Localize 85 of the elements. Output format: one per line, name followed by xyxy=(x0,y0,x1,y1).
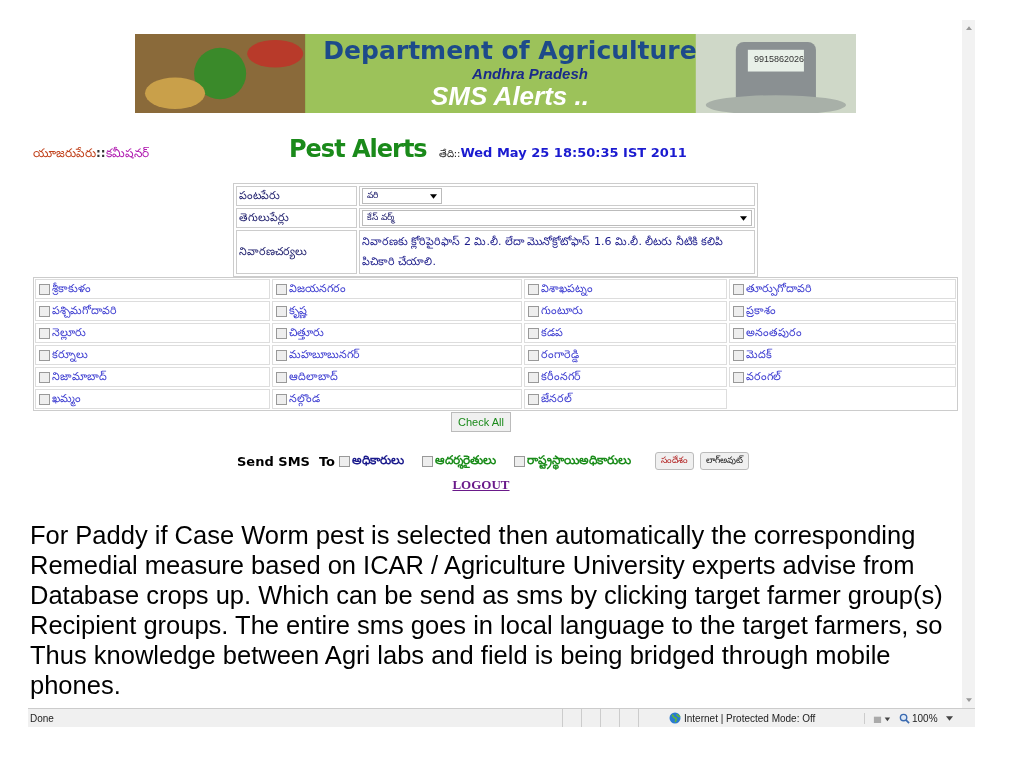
district-label: గుంటూరు xyxy=(541,303,583,319)
district-label: కృష్ణ xyxy=(289,303,307,319)
checkbox[interactable] xyxy=(276,283,287,295)
checkbox[interactable] xyxy=(528,305,539,317)
checkbox[interactable] xyxy=(39,393,50,405)
district-label: కరీంనగర్ xyxy=(541,369,581,385)
form-label: పంటపేరు xyxy=(236,186,357,206)
banner-subtitle: Andhra Pradesh xyxy=(472,65,588,82)
remedy-text: నివారణకు క్లోరిపైరిఫాస్ 2 మి.లీ. లేదా మొనోక్రోటోఫాస్ 1.6 మి.లీ. లీటరు నీటికి కలిపి పిచికారి చేయాలి. xyxy=(362,235,724,268)
district-label: నిజామాబాద్ xyxy=(52,369,107,385)
slide-text: For Paddy if Case Worm pest is selected then automatically the corresponding Remedial measure based on ICAR / Agriculture University experts advise from Database crops up. Which can be send as sms by clicking target farmer group(s) Recipient groups. The entire sms goes in local language to the target farmers, so Thus knowledge between Agri labs and field is being bridged through mobile phones. xyxy=(30,520,944,700)
select-field[interactable]: వరి xyxy=(362,188,442,204)
page-title: Pest Alerts xyxy=(289,135,427,163)
zone-text: Internet | Protected Mode: Off xyxy=(684,712,865,724)
checkbox[interactable] xyxy=(39,305,50,317)
checkbox[interactable] xyxy=(422,455,434,467)
district-label: ఖమ్మం xyxy=(52,391,81,407)
recipient-label: అధికారులు xyxy=(352,452,405,469)
district-label: మహబూబునగర్ xyxy=(289,347,360,363)
checkbox[interactable] xyxy=(39,327,50,339)
caret-icon xyxy=(740,215,747,221)
district-label: నెల్లూరు xyxy=(52,325,86,341)
recipient-label: రాష్ట్రస్థాయిఅధికారులు xyxy=(527,452,632,470)
banner-tagline: SMS Alerts .. xyxy=(431,82,589,110)
checkbox[interactable] xyxy=(276,349,287,361)
logout-link[interactable]: LOGOUT xyxy=(452,477,510,493)
checkbox[interactable] xyxy=(276,371,287,383)
checkbox[interactable] xyxy=(528,393,539,405)
district-label: పశ్చిమగోదావరి xyxy=(52,303,117,319)
checkbox[interactable] xyxy=(733,349,744,361)
checkbox[interactable] xyxy=(733,305,744,317)
district-label: వరంగల్ xyxy=(746,369,781,385)
phone-number: 9915862026 xyxy=(753,54,804,64)
checkbox[interactable] xyxy=(339,455,351,467)
globe-icon xyxy=(669,712,681,724)
checkbox[interactable] xyxy=(39,349,50,361)
checkbox[interactable] xyxy=(39,283,50,295)
zoom-icon[interactable] xyxy=(899,712,910,724)
district-label: ప్రకాశం xyxy=(746,303,776,319)
banner-title: Department of Agriculture xyxy=(323,37,697,65)
district-label: రంగారెడ్డి xyxy=(541,347,579,363)
checkbox[interactable] xyxy=(733,371,744,383)
date-text: Wed May 25 18:50:35 IST 2011 xyxy=(460,145,687,160)
scroll-up-icon[interactable] xyxy=(965,26,972,30)
form-label: నివారణచర్యలు xyxy=(236,230,357,274)
checkbox[interactable] xyxy=(276,327,287,339)
district-label: అనంతపురం xyxy=(746,325,802,341)
date-label: తేది:: xyxy=(438,148,461,161)
checkbox[interactable] xyxy=(276,393,287,405)
district-label: నల్గొండ xyxy=(289,391,320,407)
district-label: శ్రీకాకుళం xyxy=(52,281,91,297)
logout-button[interactable]: లాగ్అవుట్ xyxy=(700,452,750,470)
checkbox[interactable] xyxy=(514,455,526,467)
form-label: తెగులుపేర్లు xyxy=(236,208,357,228)
check-all-button[interactable]: Check All xyxy=(451,412,511,432)
district-label: కడప xyxy=(541,325,563,341)
user-label: యూజరుపేరు xyxy=(33,146,96,160)
caret-icon xyxy=(430,193,437,199)
district-label: విజయనగరం xyxy=(289,281,346,297)
scroll-down-icon[interactable] xyxy=(965,698,972,702)
district-label: కర్నూలు xyxy=(52,347,88,363)
checkbox[interactable] xyxy=(733,327,744,339)
checkbox[interactable] xyxy=(528,327,539,339)
district-label: తూర్పుగోదావరి xyxy=(746,281,812,297)
scrollbar[interactable] xyxy=(962,20,975,708)
district-label: ఆదిలాబాద్ xyxy=(289,369,338,385)
status-text: Done xyxy=(30,712,55,724)
checkbox[interactable] xyxy=(39,371,50,383)
user-name: కమీషనర్ xyxy=(105,146,149,160)
recipient-label: ఆదర్శరైతులు xyxy=(435,452,497,470)
send-label: Send SMS To xyxy=(237,453,336,469)
checkbox[interactable] xyxy=(528,283,539,295)
select-field[interactable]: కేస్ వర్మ్ xyxy=(362,210,752,226)
district-label: విశాఖపట్నం xyxy=(541,281,593,297)
send-button[interactable]: సందేశం xyxy=(655,452,695,470)
checkbox[interactable] xyxy=(528,371,539,383)
checkbox[interactable] xyxy=(528,349,539,361)
district-label: చిత్తూరు xyxy=(289,325,324,341)
checkbox[interactable] xyxy=(276,305,287,317)
district-label: మెదక్ xyxy=(746,347,772,363)
checkbox[interactable] xyxy=(733,283,744,295)
caret-icon[interactable] xyxy=(945,715,953,721)
zoom-level[interactable]: 100% xyxy=(912,712,938,724)
district-label: జేనరల్ xyxy=(541,391,572,407)
separator: :: xyxy=(96,146,106,160)
